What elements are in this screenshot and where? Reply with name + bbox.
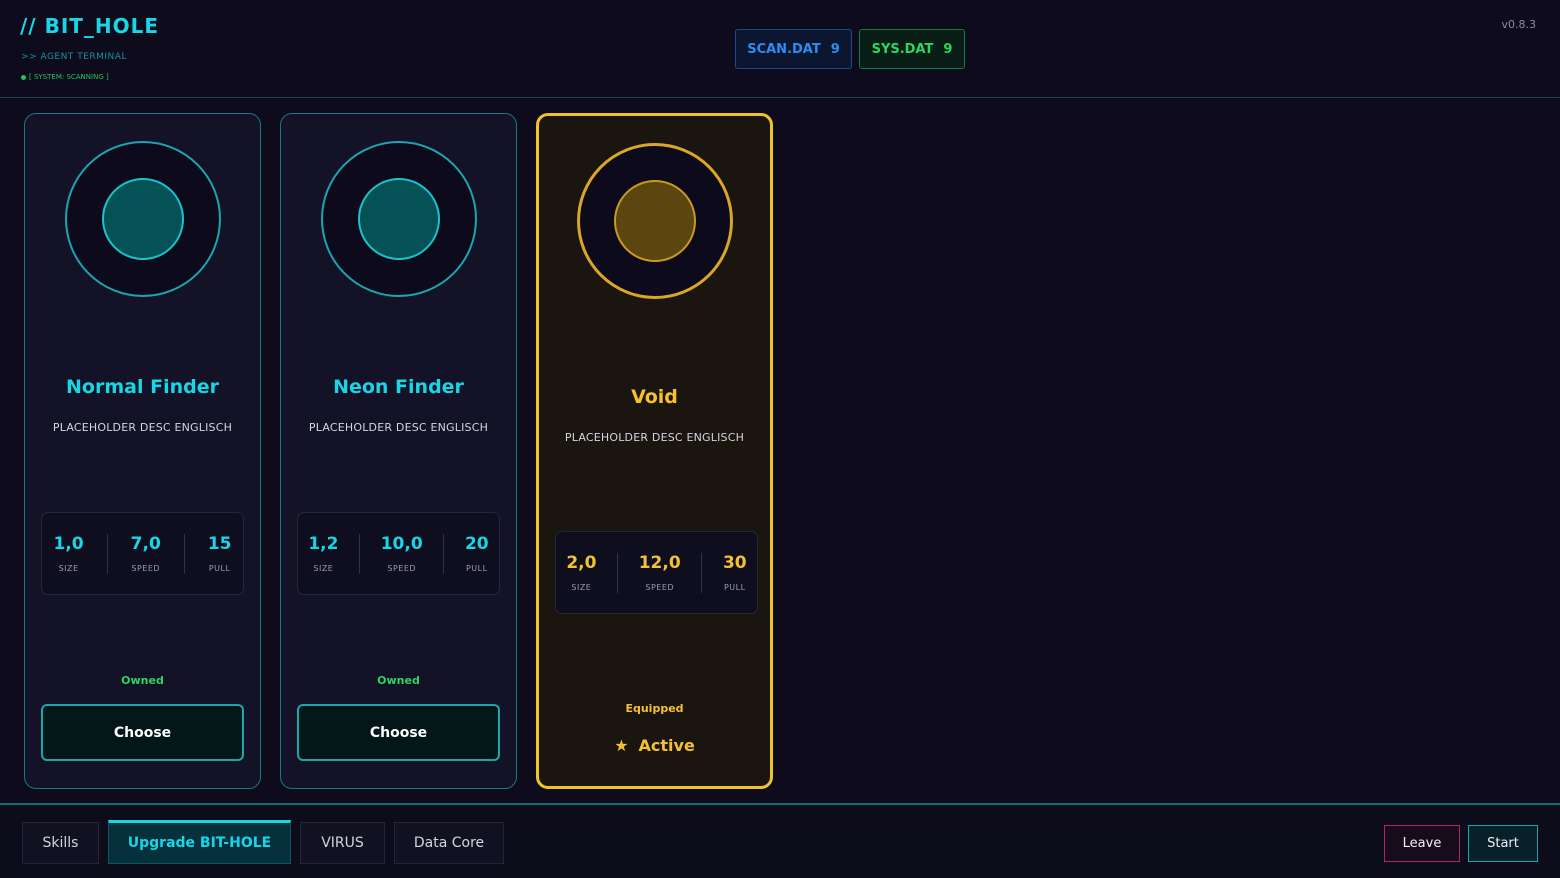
hole-preview-icon	[321, 141, 477, 297]
app-logo: // BIT_HOLE	[20, 14, 160, 38]
version-label: v0.8.3	[1501, 18, 1537, 31]
leave-button[interactable]: Leave	[1384, 825, 1460, 862]
stat-size-label: SIZE	[313, 564, 334, 573]
tab-data-core[interactable]: Data Core	[394, 822, 504, 864]
hole-core	[358, 178, 440, 260]
skin-card-void[interactable]: Void PLACEHOLDER DESC ENGLISCH 2,0 SIZE …	[536, 113, 773, 789]
tab-skills[interactable]: Skills	[22, 822, 99, 864]
stat-pull-value: 15	[207, 534, 232, 554]
skin-description: PLACEHOLDER DESC ENGLISCH	[52, 421, 233, 434]
choose-button[interactable]: Choose	[41, 704, 244, 761]
skin-card-neon-finder[interactable]: Neon Finder PLACEHOLDER DESC ENGLISCH 1,…	[280, 113, 517, 789]
app-subtitle: >> AGENT TERMINAL	[21, 52, 127, 62]
skin-description: PLACEHOLDER DESC ENGLISCH	[308, 421, 489, 434]
hole-core	[102, 178, 184, 260]
scan-dat-counter: SCAN.DAT 9	[735, 29, 852, 69]
hole-preview-icon	[65, 141, 221, 297]
start-button[interactable]: Start	[1468, 825, 1538, 862]
star-icon: ★	[614, 736, 629, 755]
tab-upgrade-bit-hole[interactable]: Upgrade BIT-HOLE	[108, 820, 291, 864]
equipped-badge: Equipped	[625, 702, 684, 715]
stat-size: 2,0 SIZE	[566, 553, 596, 592]
skin-card-normal-finder[interactable]: Normal Finder PLACEHOLDER DESC ENGLISCH …	[24, 113, 261, 789]
sys-dat-counter: SYS.DAT 9	[859, 29, 965, 69]
skin-title: Void	[631, 386, 678, 408]
sys-dat-value: 9	[943, 41, 953, 57]
scan-dat-value: 9	[830, 41, 840, 57]
stat-speed: 12,0 SPEED	[639, 553, 681, 592]
stat-pull: 20 PULL	[465, 534, 489, 573]
stat-size: 1,2 SIZE	[308, 534, 338, 573]
stat-size: 1,0 SIZE	[54, 534, 84, 573]
active-indicator: ★ Active	[539, 736, 770, 755]
stat-divider	[183, 533, 185, 574]
skin-title: Neon Finder	[333, 376, 464, 398]
hole-core	[614, 180, 696, 262]
scan-dat-label: SCAN.DAT	[747, 41, 821, 57]
stat-divider	[617, 552, 619, 593]
skin-description: PLACEHOLDER DESC ENGLISCH	[564, 431, 745, 444]
stat-divider	[359, 533, 361, 574]
stat-divider	[106, 533, 108, 574]
stat-size-label: SIZE	[571, 583, 592, 592]
stat-divider	[443, 533, 445, 574]
system-status-label: [ SYSTEM: SCANNING ]	[29, 73, 109, 81]
skin-stats: 1,2 SIZE 10,0 SPEED 20 PULL	[297, 512, 500, 595]
stat-pull: 30 PULL	[723, 553, 747, 592]
skin-stats: 1,0 SIZE 7,0 SPEED 15 PULL	[41, 512, 244, 595]
footer-nav: Skills Upgrade BIT-HOLE VIRUS Data Core …	[0, 803, 1560, 878]
stat-size-value: 1,0	[53, 534, 84, 554]
stat-speed-value: 12,0	[638, 553, 681, 573]
stat-divider	[701, 552, 703, 593]
system-status: [ SYSTEM: SCANNING ]	[21, 73, 109, 81]
stat-size-value: 1,2	[308, 534, 339, 554]
sys-dat-label: SYS.DAT	[871, 41, 934, 57]
choose-button[interactable]: Choose	[297, 704, 500, 761]
hole-preview-icon	[577, 143, 733, 299]
stat-pull: 15 PULL	[208, 534, 232, 573]
owned-badge: Owned	[121, 674, 164, 687]
stat-size-value: 2,0	[566, 553, 597, 573]
stat-pull-label: PULL	[723, 583, 746, 592]
stat-size-label: SIZE	[58, 564, 79, 573]
active-label: Active	[638, 736, 695, 755]
app-root: // BIT_HOLE >> AGENT TERMINAL [ SYSTEM: …	[0, 0, 1560, 878]
owned-badge: Owned	[377, 674, 420, 687]
stat-speed: 7,0 SPEED	[131, 534, 161, 573]
header: // BIT_HOLE >> AGENT TERMINAL [ SYSTEM: …	[0, 0, 1560, 98]
tab-virus[interactable]: VIRUS	[300, 822, 385, 864]
stat-speed-label: SPEED	[131, 564, 161, 573]
stat-pull-label: PULL	[208, 564, 231, 573]
stat-speed-value: 10,0	[380, 534, 423, 554]
stat-speed-value: 7,0	[130, 534, 161, 554]
stat-speed-label: SPEED	[645, 583, 675, 592]
skin-title: Normal Finder	[66, 376, 219, 398]
stat-pull-label: PULL	[465, 564, 488, 573]
skin-stats: 2,0 SIZE 12,0 SPEED 30 PULL	[555, 531, 758, 614]
stat-pull-value: 30	[722, 553, 747, 573]
stat-speed-label: SPEED	[387, 564, 417, 573]
status-dot-icon	[21, 74, 26, 80]
stat-speed: 10,0 SPEED	[381, 534, 423, 573]
stat-pull-value: 20	[464, 534, 489, 554]
